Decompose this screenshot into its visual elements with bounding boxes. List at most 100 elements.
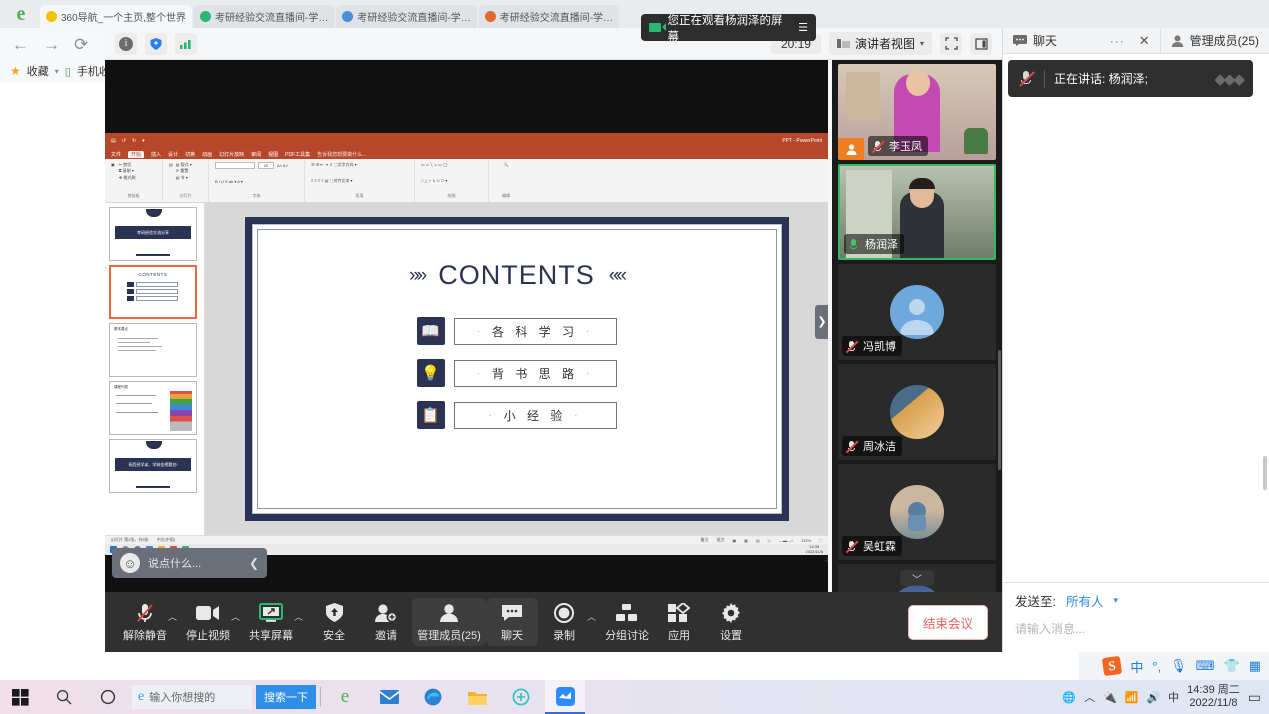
network-quality-icon[interactable] <box>175 32 197 55</box>
emoji-icon[interactable]: ☺ <box>120 553 140 573</box>
breakout-rooms-button[interactable]: 分组讨论 <box>601 598 653 646</box>
slide-thumbnail-selected[interactable]: 2 CONTENTS <box>105 265 197 319</box>
taskbar-clock[interactable]: 14:39 周二 2022/11/8 <box>1187 684 1240 710</box>
undo-icon[interactable]: ↺ <box>122 138 126 144</box>
view-mode-dropdown[interactable]: 演讲者视图 ▾ <box>828 32 932 55</box>
view-sorter-icon[interactable]: ▦ <box>744 538 748 543</box>
plus-circle-icon[interactable] <box>501 680 541 714</box>
more-options-icon[interactable]: ··· <box>1110 34 1125 48</box>
ppt-zoom-level[interactable]: 115% <box>801 538 811 543</box>
browser-tab[interactable]: 考研经验交流直播间-学… <box>478 5 620 28</box>
ppt-tab-slideshow[interactable]: 幻灯片放映 <box>219 151 244 158</box>
network-icon[interactable]: 🌐 <box>1062 691 1076 704</box>
chevron-up-icon[interactable]: ︿ <box>1084 689 1095 705</box>
slide-content-item[interactable]: 📋 · 小 经 验 · <box>258 401 776 429</box>
participants-button[interactable]: 管理成员(25) <box>412 598 487 646</box>
reload-icon[interactable]: ⟳ <box>74 36 88 53</box>
ime-punctuation-label[interactable]: °, <box>1152 659 1161 674</box>
mail-icon[interactable] <box>369 680 409 714</box>
edge-icon[interactable] <box>413 680 453 714</box>
ppt-tab-design[interactable]: 设计 <box>168 151 178 158</box>
record-button[interactable]: 录制 <box>538 598 590 646</box>
info-icon[interactable]: i <box>115 32 137 55</box>
participant-filmstrip[interactable]: ︿ 李玉凤 杨润泽 冯凯博 <box>832 60 1002 592</box>
zoom-app-icon[interactable] <box>545 680 585 714</box>
record-options-caret-icon[interactable]: ︿ <box>587 610 596 623</box>
share-screen-button[interactable]: 共享屏幕 <box>245 598 297 646</box>
fullscreen-icon[interactable] <box>940 32 962 55</box>
browser-tab[interactable]: 考研经验交流直播间-学… <box>336 5 477 28</box>
save-icon[interactable]: ▤ <box>111 138 116 144</box>
sogou-ime-bar[interactable]: S 中 °, 🎙 ⌨ 👕 ▦ <box>1079 652 1269 680</box>
toolbox-icon[interactable]: ▦ <box>1249 658 1261 674</box>
chat-scrollbar[interactable] <box>1263 456 1267 490</box>
ppt-tab-pdftools[interactable]: PDF工具集 <box>285 151 310 158</box>
notification-icon[interactable]: ▭ <box>1248 689 1261 706</box>
volume-icon[interactable]: 🔊 <box>1146 691 1160 704</box>
mic-options-caret-icon[interactable]: ︿ <box>168 610 177 623</box>
floating-chat-placeholder[interactable]: 说点什么... <box>148 555 241 571</box>
participant-tile[interactable]: 吴虹霖 <box>838 464 996 560</box>
tab-chat[interactable]: 聊天 ··· ✕ <box>1003 28 1161 53</box>
ppt-notes-button[interactable]: 备注 <box>700 537 708 543</box>
apps-button[interactable]: 应用 <box>653 598 705 646</box>
ie-search-box[interactable]: e 输入你想搜的 <box>132 685 252 709</box>
chevron-left-icon[interactable]: ❮ <box>249 556 259 570</box>
message-input[interactable]: 请输入消息... <box>1015 620 1257 637</box>
ppt-comments-button[interactable]: 批注 <box>716 537 724 543</box>
font-size-value[interactable]: 20 <box>258 162 274 169</box>
close-icon[interactable]: ✕ <box>1139 33 1150 49</box>
redo-icon[interactable]: ↻ <box>132 138 136 144</box>
sogou-input-icon[interactable]: S <box>1102 655 1123 677</box>
cortana-icon[interactable] <box>88 680 128 714</box>
ppt-tab-view[interactable]: 视图 <box>268 151 278 158</box>
slide-thumbnail[interactable]: 3 基本要点 <box>109 323 197 377</box>
usb-icon[interactable]: 🔌 <box>1103 691 1117 704</box>
participant-tile[interactable]: 冯凯博 <box>838 264 996 360</box>
view-reading-icon[interactable]: ▤ <box>756 538 760 543</box>
new-slide-icon[interactable]: ▤ <box>169 162 173 181</box>
zoom-toolbar[interactable]: 解除静音 ︿ 停止视频 ︿ 共享屏幕 ︿ 安全 邀请 管理成员(25) 聊天 录… <box>105 592 1002 652</box>
slide-editing-stage[interactable]: »» CONTENTS «« 📖 · 各 科 学 习 · 💡 · 背 书 思 路… <box>205 203 828 535</box>
slide-content-item[interactable]: 📖 · 各 科 学 习 · <box>258 317 776 345</box>
slide-thumbnail-pane[interactable]: 1 考研经验交流分享 2 CONTENTS 3 基本要点 <box>105 203 205 535</box>
browser-tab-strip[interactable]: e 360导航_一个主页,整个世界 考研经验交流直播间-学… 考研经验交流直播间… <box>0 0 1269 28</box>
chat-button[interactable]: 聊天 <box>486 598 539 646</box>
browser-tab[interactable]: 考研经验交流直播间-学… <box>194 5 335 28</box>
ie-search-button[interactable]: 搜索一下 <box>256 685 316 709</box>
participant-tile-active-speaker[interactable]: 杨润泽 <box>838 164 996 260</box>
tab-participants[interactable]: 管理成员(25) <box>1161 28 1269 53</box>
file-explorer-icon[interactable] <box>457 680 497 714</box>
ppt-tab-transitions[interactable]: 切换 <box>185 151 195 158</box>
send-to-value[interactable]: 所有人 <box>1066 591 1104 610</box>
zoom-slider[interactable]: —▬—+ <box>779 538 793 543</box>
ppt-tab-insert[interactable]: 插入 <box>151 151 161 158</box>
hamburger-icon[interactable]: ☰ <box>798 21 808 34</box>
forward-icon[interactable]: → <box>43 36 60 53</box>
search-icon[interactable] <box>44 680 84 714</box>
back-icon[interactable]: ← <box>12 36 29 53</box>
filmstrip-scrollbar[interactable] <box>998 350 1001 470</box>
slide-thumbnail[interactable]: 5 祝西经学弟、学妹金榜题名! <box>109 439 197 493</box>
send-to-row[interactable]: 发送至: 所有人 ▾ <box>1015 591 1257 610</box>
unmute-button[interactable]: 解除静音 <box>119 598 171 646</box>
slide-content-item[interactable]: 💡 · 背 书 思 路 · <box>258 359 776 387</box>
ime-icon[interactable]: 中 <box>1168 689 1179 705</box>
ppt-tell-me[interactable]: 告诉我您想要做什么... <box>317 151 366 158</box>
chevron-down-icon[interactable]: ▾ <box>1114 595 1119 606</box>
view-normal-icon[interactable]: ▣ <box>732 538 736 543</box>
security-button[interactable]: 安全 <box>308 598 360 646</box>
screen-share-banner[interactable]: 您正在观看杨润泽的屏幕 ☰ <box>641 14 816 43</box>
wifi-icon[interactable]: 📶 <box>1125 691 1139 704</box>
skin-icon[interactable]: 👕 <box>1224 658 1240 674</box>
keyboard-icon[interactable]: ⌨ <box>1196 658 1215 674</box>
windows-taskbar[interactable]: e 输入你想搜的 搜索一下 e 🌐 ︿ 🔌 📶 🔊 中 14:39 周二 202… <box>0 680 1269 714</box>
view-slideshow-icon[interactable]: ▷ <box>768 538 771 543</box>
chevron-down-icon[interactable]: ▾ <box>55 67 59 76</box>
ime-mode-label[interactable]: 中 <box>1130 657 1143 676</box>
filmstrip-collapse-button[interactable]: ❯ <box>815 304 828 339</box>
ppt-tab-animations[interactable]: 动画 <box>202 151 212 158</box>
split-view-icon[interactable] <box>970 32 992 55</box>
security-shield-icon[interactable] <box>145 32 167 55</box>
internet-explorer-icon[interactable]: e <box>325 680 365 714</box>
